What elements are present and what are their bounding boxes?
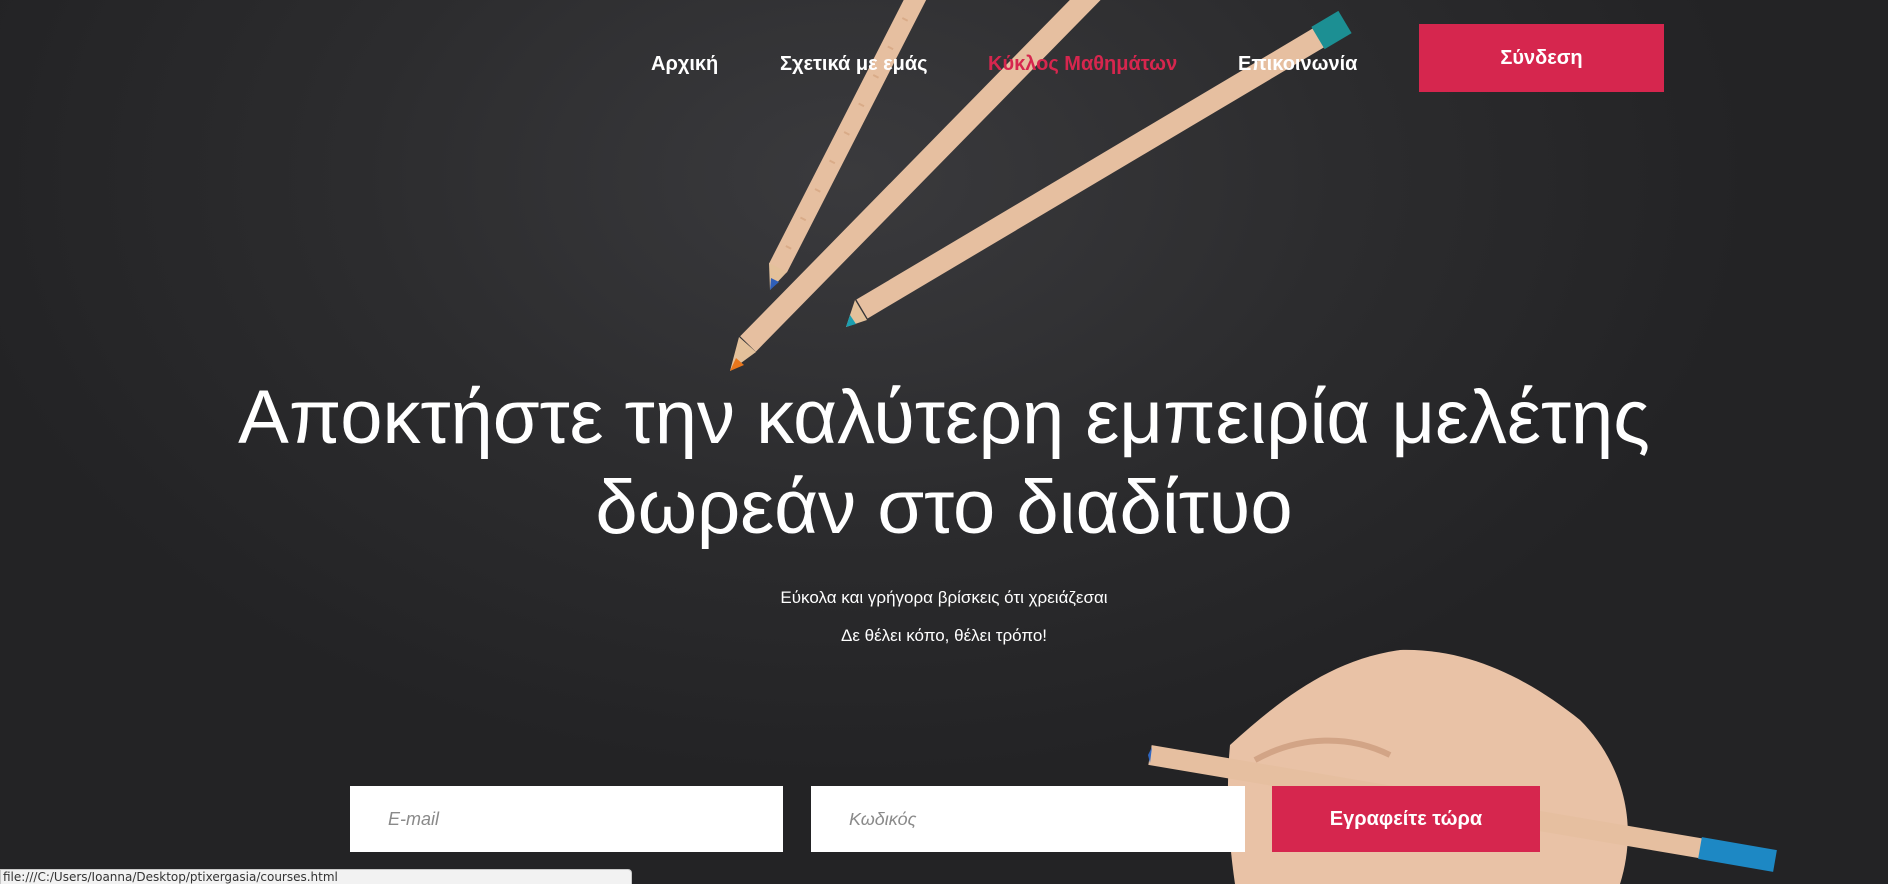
hero-subtitle-line2: Δε θέλει κόπο, θέλει τρόπο! <box>840 626 1048 645</box>
password-field[interactable] <box>811 786 1245 852</box>
nav-item-courses[interactable]: Κύκλος Μαθημάτων <box>988 50 1177 78</box>
email-field[interactable] <box>350 786 783 852</box>
nav-item-contact[interactable]: Επικοινωνία <box>1238 50 1357 78</box>
login-button[interactable]: Σύνδεση <box>1419 24 1664 92</box>
status-bar-url: file:///C:/Users/Ioanna/Desktop/ptixerga… <box>0 869 632 884</box>
hero-subtitle-line1: Εύκολα και γρήγορα βρίσκεις ότι χρειάζεσ… <box>780 588 1108 607</box>
top-navigation: Αρχική Σχετικά με εμάς Κύκλος Μαθημάτων … <box>0 0 1888 120</box>
nav-item-home[interactable]: Αρχική <box>651 50 718 78</box>
nav-item-about[interactable]: Σχετικά με εμάς <box>780 50 928 78</box>
hero-headline-line1: Αποκτήστε την καλύτερη εμπειρία μελέτης <box>238 375 1650 460</box>
hero-headline-line2: δωρεάν στο διαδίτυο <box>595 465 1293 550</box>
hero-headline: Αποκτήστε την καλύτερη εμπειρία μελέτης … <box>0 373 1888 553</box>
signup-button[interactable]: Εγραφείτε τώρα <box>1272 786 1540 852</box>
